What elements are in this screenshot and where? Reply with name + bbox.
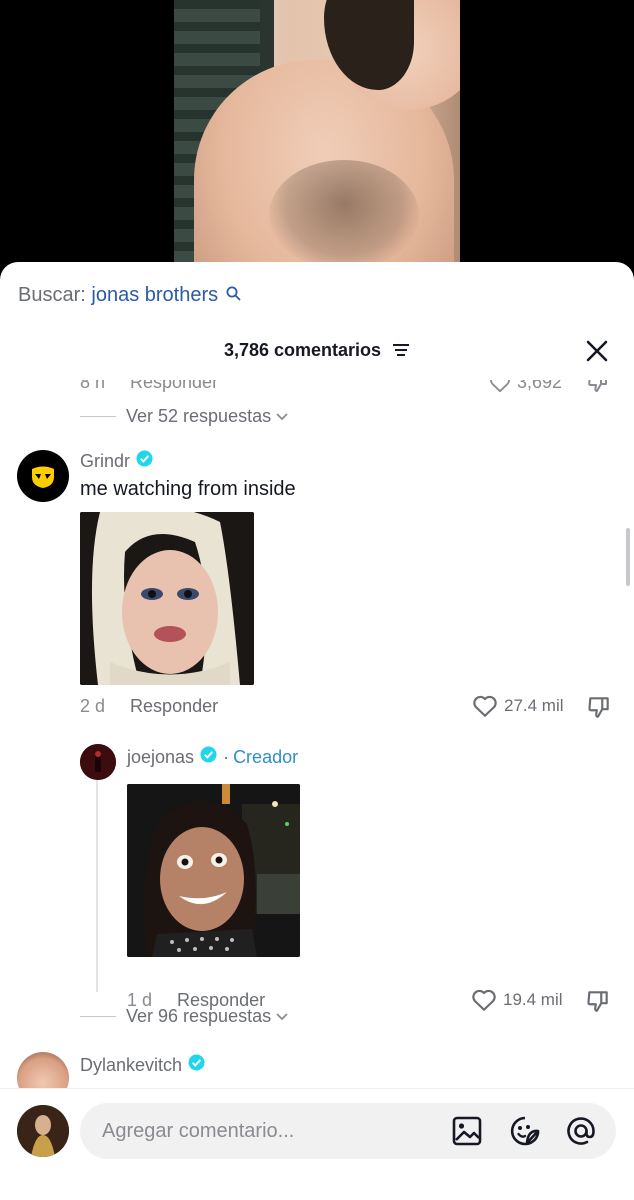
filter-icon[interactable]: [392, 341, 410, 362]
video-background[interactable]: [0, 0, 634, 285]
emoji-icon[interactable]: [510, 1116, 540, 1146]
comments-count-header[interactable]: 3,786 comentarios: [0, 340, 634, 362]
comment-username[interactable]: Dylankevitch: [80, 1054, 205, 1076]
close-icon[interactable]: [584, 338, 610, 364]
like-count[interactable]: 3,692: [488, 380, 562, 393]
avatar[interactable]: [17, 1052, 69, 1088]
heart-icon: [472, 989, 496, 1011]
comment-composer: [0, 1088, 634, 1200]
search-term[interactable]: jonas brothers: [91, 284, 218, 306]
comment-text: me watching from inside: [80, 478, 296, 500]
partial-comment-meta: 8 h Responder 3,692: [0, 380, 634, 394]
reply-gif[interactable]: [127, 784, 300, 957]
avatar[interactable]: [17, 450, 69, 502]
like-count: 27.4 mil: [504, 696, 564, 715]
thread-divider: [80, 1016, 116, 1017]
comments-count: 3,786 comentarios: [223, 340, 382, 360]
verified-icon: [200, 746, 217, 768]
username-text: joejonas: [127, 746, 195, 767]
view-replies-button[interactable]: Ver 52 respuestas: [80, 406, 289, 427]
comment-gif[interactable]: [80, 512, 254, 685]
chevron-down-icon: [275, 1006, 289, 1027]
verified-icon: [188, 1054, 205, 1076]
chevron-down-icon: [275, 406, 289, 427]
verified-icon: [136, 450, 153, 472]
creator-badge: Creador: [233, 746, 299, 767]
heart-icon: [473, 695, 497, 717]
chest-shading: [269, 160, 419, 270]
comment-username[interactable]: Grindr: [80, 450, 153, 472]
comment-item: Dylankevitch: [0, 1052, 634, 1088]
view-replies-label: Ver 52 respuestas: [126, 406, 272, 426]
comment-time: 2 d: [80, 696, 106, 716]
search-label: Buscar:: [18, 284, 86, 306]
comment-input[interactable]: [102, 1103, 432, 1159]
like-count-value: 3,692: [517, 380, 563, 392]
avatar[interactable]: [80, 744, 116, 780]
my-avatar[interactable]: [17, 1105, 69, 1157]
image-icon[interactable]: [452, 1116, 482, 1146]
scrollbar[interactable]: [626, 528, 630, 586]
comment-input-pill[interactable]: [80, 1103, 616, 1159]
username-text: Dylankevitch: [80, 1054, 183, 1075]
thread-divider: [80, 416, 116, 417]
like-count: 19.4 mil: [503, 990, 563, 1009]
username-text: Grindr: [80, 450, 131, 471]
comments-list[interactable]: 8 h Responder 3,692 Ver 52 respuestas Gr…: [0, 380, 634, 1088]
video-frame: [174, 0, 460, 285]
comment-item: Grindr me watching from inside 2 d Respo…: [0, 450, 634, 720]
comments-sheet: Buscar: jonas brothers 3,786 comentarios…: [0, 262, 634, 1200]
dislike-icon[interactable]: [586, 380, 610, 399]
search-suggestion[interactable]: Buscar: jonas brothers: [18, 284, 241, 307]
view-replies-button[interactable]: Ver 96 respuestas: [80, 1006, 289, 1027]
dislike-icon[interactable]: [585, 988, 611, 1019]
search-icon: [226, 284, 241, 307]
reply-username[interactable]: joejonas · Creador: [127, 746, 298, 768]
reply-button[interactable]: Responder: [130, 696, 218, 716]
like-button[interactable]: 27.4 mil: [472, 694, 564, 718]
view-replies-label: Ver 96 respuestas: [126, 1006, 272, 1026]
mention-icon[interactable]: [566, 1116, 596, 1146]
reply-button[interactable]: Responder: [130, 380, 218, 393]
reply-item: joejonas · Creador 1 d Responder 19.4 mi…: [0, 744, 634, 1012]
comment-meta: 2 d Responder: [80, 696, 218, 717]
comment-time: 8 h: [80, 380, 106, 392]
dislike-icon[interactable]: [586, 694, 612, 725]
separator-dot: ·: [223, 746, 230, 767]
like-button[interactable]: 19.4 mil: [471, 988, 563, 1012]
